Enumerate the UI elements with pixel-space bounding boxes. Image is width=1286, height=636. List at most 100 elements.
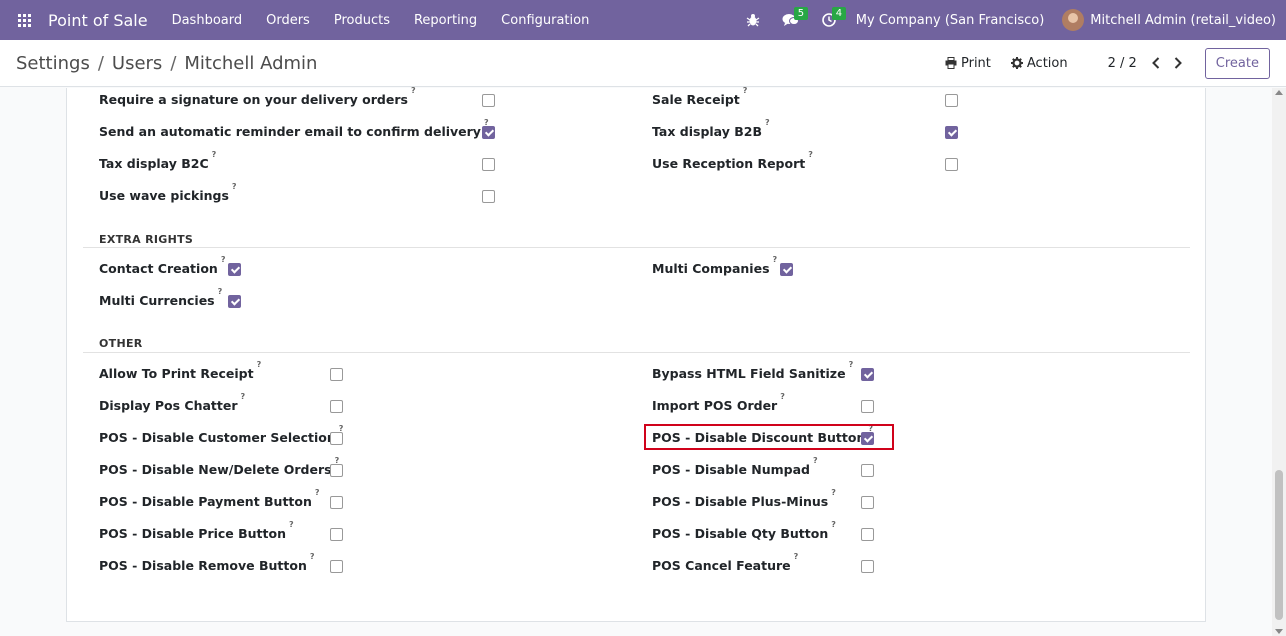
chevron-right-icon[interactable] bbox=[1167, 57, 1189, 69]
setting-checkbox[interactable] bbox=[330, 400, 343, 413]
setting-label: Allow To Print Receipt? bbox=[99, 360, 262, 382]
action-button[interactable]: Action bbox=[1001, 56, 1078, 71]
setting-checkbox[interactable] bbox=[861, 528, 874, 541]
setting-checkbox[interactable] bbox=[330, 368, 343, 381]
pager-value[interactable]: 2 / 2 bbox=[1078, 56, 1145, 71]
activities-count-badge: 4 bbox=[831, 7, 847, 20]
bug-icon[interactable] bbox=[734, 0, 772, 40]
setting-label: POS - Disable New/Delete Orders? bbox=[99, 456, 340, 478]
setting-label: Bypass HTML Field Sanitize? bbox=[652, 360, 854, 382]
menu-dashboard[interactable]: Dashboard bbox=[160, 13, 255, 28]
menu-orders[interactable]: Orders bbox=[254, 13, 322, 28]
setting-label: Use Reception Report? bbox=[652, 150, 813, 172]
setting-checkbox[interactable] bbox=[861, 400, 874, 413]
setting-checkbox[interactable] bbox=[330, 496, 343, 509]
scroll-thumb[interactable] bbox=[1275, 470, 1283, 620]
setting-label: Send an automatic reminder email to conf… bbox=[99, 118, 489, 140]
setting-label: Use wave pickings? bbox=[99, 182, 237, 204]
breadcrumb: Settings / Users / Mitchell Admin bbox=[16, 52, 318, 74]
setting-checkbox[interactable] bbox=[330, 560, 343, 573]
vertical-scrollbar[interactable] bbox=[1272, 88, 1286, 636]
setting-row: Contact Creation? Multi Companies? bbox=[67, 255, 1207, 279]
setting-label: Require a signature on your delivery ord… bbox=[99, 86, 416, 108]
breadcrumb-settings[interactable]: Settings bbox=[16, 53, 90, 74]
scroll-up-icon[interactable] bbox=[1275, 90, 1283, 95]
setting-checkbox[interactable] bbox=[861, 560, 874, 573]
setting-row: POS - Disable Customer Selection? POS - … bbox=[67, 424, 1207, 448]
setting-checkbox[interactable] bbox=[945, 94, 958, 107]
printer-icon bbox=[945, 57, 957, 69]
setting-label: POS Cancel Feature? bbox=[652, 552, 799, 574]
chat-icon[interactable]: 5 bbox=[772, 0, 810, 40]
print-label: Print bbox=[960, 55, 991, 71]
setting-checkbox[interactable] bbox=[228, 295, 241, 308]
setting-label: POS - Disable Plus-Minus? bbox=[652, 488, 836, 510]
setting-row: Display Pos Chatter? Import POS Order? bbox=[67, 392, 1207, 416]
form-sheet: Require a signature on your delivery ord… bbox=[66, 86, 1207, 622]
section-divider bbox=[83, 247, 1190, 248]
setting-row: Allow To Print Receipt? Bypass HTML Fiel… bbox=[67, 360, 1207, 384]
print-button[interactable]: Print bbox=[935, 56, 1001, 71]
setting-label: Sale Receipt? bbox=[652, 86, 748, 108]
setting-row: POS - Disable New/Delete Orders? POS - D… bbox=[67, 456, 1207, 480]
highlight-box bbox=[644, 424, 894, 450]
action-label: Action bbox=[1026, 55, 1068, 71]
setting-checkbox[interactable] bbox=[228, 263, 241, 276]
messages-count-badge: 5 bbox=[793, 7, 809, 20]
setting-checkbox[interactable] bbox=[780, 263, 793, 276]
setting-checkbox[interactable] bbox=[861, 496, 874, 509]
gear-icon bbox=[1010, 57, 1023, 69]
setting-checkbox[interactable] bbox=[330, 528, 343, 541]
setting-label: Display Pos Chatter? bbox=[99, 392, 246, 414]
setting-checkbox[interactable] bbox=[945, 158, 958, 171]
setting-label: Tax display B2B? bbox=[652, 118, 770, 140]
clock-icon[interactable]: 4 bbox=[810, 0, 848, 40]
top-navbar: Point of Sale Dashboard Orders Products … bbox=[0, 0, 1286, 40]
setting-label: POS - Disable Payment Button? bbox=[99, 488, 320, 510]
breadcrumb-current: Mitchell Admin bbox=[184, 52, 318, 74]
setting-label: Import POS Order? bbox=[652, 392, 785, 414]
setting-label: Contact Creation? bbox=[99, 255, 226, 277]
setting-label: POS - Disable Remove Button? bbox=[99, 552, 315, 574]
setting-checkbox[interactable] bbox=[482, 126, 495, 139]
section-title-other: OTHER bbox=[99, 337, 143, 350]
section-divider bbox=[83, 352, 1190, 353]
setting-row: Tax display B2C? Use Reception Report? bbox=[67, 150, 1207, 174]
setting-checkbox[interactable] bbox=[330, 432, 343, 445]
scroll-down-icon[interactable] bbox=[1275, 629, 1283, 634]
setting-label: POS - Disable Customer Selection? bbox=[99, 424, 344, 446]
chevron-left-icon[interactable] bbox=[1145, 57, 1167, 69]
user-menu[interactable]: Mitchell Admin (retail_video) bbox=[1062, 9, 1286, 31]
apps-grid-icon[interactable] bbox=[0, 0, 48, 40]
company-switcher[interactable]: My Company (San Francisco) bbox=[848, 13, 1062, 28]
breadcrumb-users[interactable]: Users bbox=[112, 53, 162, 74]
setting-checkbox[interactable] bbox=[482, 94, 495, 107]
setting-label: Tax display B2C? bbox=[99, 150, 217, 172]
setting-checkbox[interactable] bbox=[330, 464, 343, 477]
setting-row: Require a signature on your delivery ord… bbox=[67, 86, 1207, 110]
menu-configuration[interactable]: Configuration bbox=[489, 13, 601, 28]
setting-checkbox[interactable] bbox=[861, 368, 874, 381]
setting-checkbox[interactable] bbox=[861, 464, 874, 477]
setting-row: POS - Disable Payment Button? POS - Disa… bbox=[67, 488, 1207, 512]
setting-label: POS - Disable Price Button? bbox=[99, 520, 294, 542]
setting-label: Multi Companies? bbox=[652, 255, 778, 277]
setting-label: POS - Disable Numpad? bbox=[652, 456, 818, 478]
section-title-extra-rights: EXTRA RIGHTS bbox=[99, 233, 194, 246]
create-button[interactable]: Create bbox=[1204, 47, 1270, 79]
setting-row: Use wave pickings? bbox=[67, 182, 1207, 206]
setting-checkbox[interactable] bbox=[482, 190, 495, 203]
user-name: Mitchell Admin (retail_video) bbox=[1090, 12, 1276, 28]
setting-row: POS - Disable Price Button? POS - Disabl… bbox=[67, 520, 1207, 544]
setting-checkbox[interactable] bbox=[482, 158, 495, 171]
setting-row: Send an automatic reminder email to conf… bbox=[67, 118, 1207, 142]
setting-label: POS - Disable Qty Button? bbox=[652, 520, 836, 542]
menu-reporting[interactable]: Reporting bbox=[402, 13, 489, 28]
menu-products[interactable]: Products bbox=[322, 13, 402, 28]
app-title[interactable]: Point of Sale bbox=[48, 11, 148, 30]
control-panel: Settings / Users / Mitchell Admin Print Acti… bbox=[0, 40, 1286, 87]
avatar bbox=[1062, 9, 1085, 31]
setting-row: Multi Currencies? bbox=[67, 287, 1207, 311]
setting-row: POS - Disable Remove Button? POS Cancel … bbox=[67, 552, 1207, 576]
setting-checkbox[interactable] bbox=[945, 126, 958, 139]
